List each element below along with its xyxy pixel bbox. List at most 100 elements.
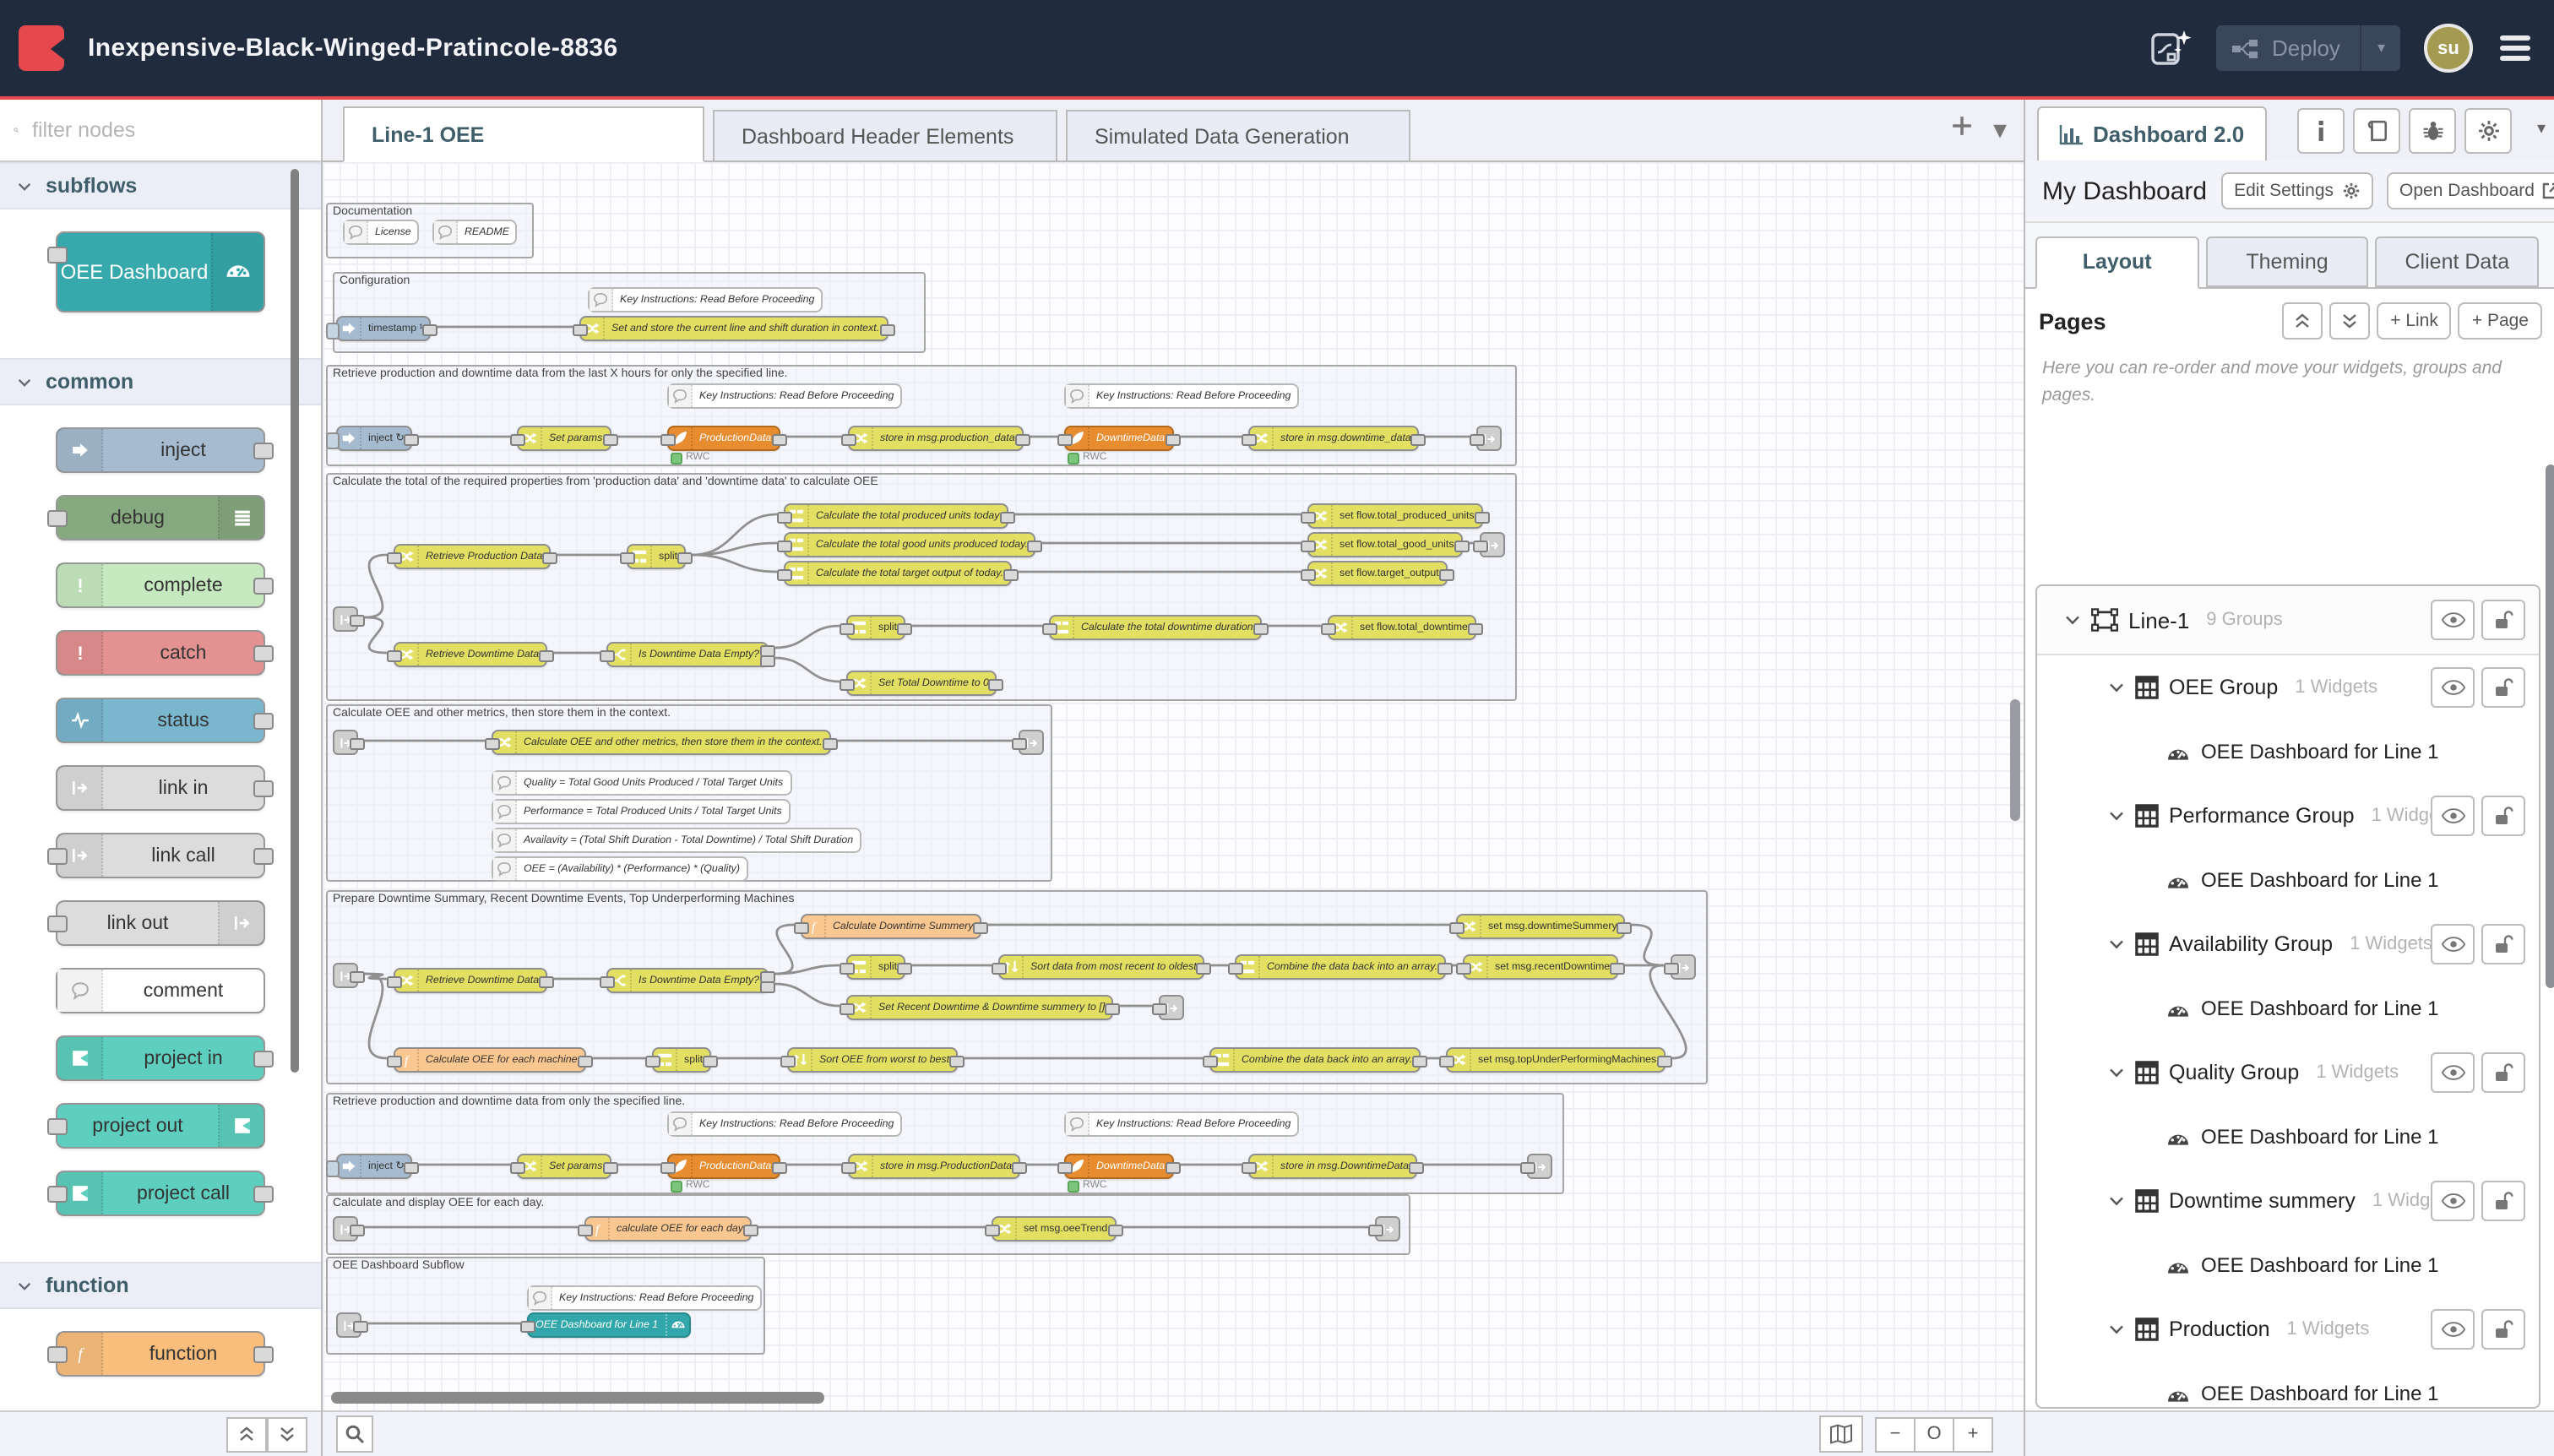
inject-button[interactable] [326, 322, 340, 339]
deploy-button[interactable]: Deploy ▾ [2216, 25, 2400, 71]
tree-widget-row[interactable]: OEE Dashboard for Line 1 [2037, 1233, 2539, 1297]
palette-node-catch[interactable]: !catch [56, 630, 265, 676]
flow-node-jo_a[interactable]: Calculate the total produced units today [784, 503, 1008, 529]
flow-node-li_9[interactable] [336, 1312, 361, 1338]
flow-node-ch_empty[interactable]: Set Recent Downtime & Downtime summery t… [846, 995, 1113, 1020]
flow-node-sp_4[interactable]: split [652, 1047, 711, 1073]
sidebar-caret[interactable]: ▾ [2537, 120, 2546, 139]
visibility-toggle-button[interactable] [2431, 667, 2475, 708]
visibility-toggle-button[interactable] [2431, 1181, 2475, 1221]
tree-widget-row[interactable]: OEE Dashboard for Line 1 [2037, 848, 2539, 912]
flow-node-ch_storedown3[interactable]: store in msg.downtime_data [1248, 426, 1420, 451]
flow-node-ch_params7[interactable]: Set params [517, 1154, 611, 1179]
visibility-toggle-button[interactable] [2431, 1052, 2475, 1093]
flow-node-ch_params3[interactable]: Set params [517, 426, 611, 451]
sidebar-scrollbar[interactable] [2546, 465, 2554, 988]
add-link-button[interactable]: + Link [2377, 302, 2452, 340]
flow-node-ch_setstore[interactable]: Set and store the current line and shift… [579, 316, 888, 341]
flow-node-ch_retrdown6[interactable]: Retrieve Downtime Data [394, 968, 547, 993]
flow-group[interactable]: Retrieve production and downtime data fr… [326, 1093, 1564, 1194]
help-book-button[interactable] [2353, 108, 2400, 154]
deploy-options-caret[interactable]: ▾ [2361, 25, 2400, 71]
flow-node-so_2[interactable]: Sort OEE from worst to best [787, 1047, 958, 1073]
unlock-toggle-button[interactable] [2481, 1052, 2525, 1093]
unlock-toggle-button[interactable] [2481, 1309, 2525, 1350]
flow-group[interactable]: Retrieve production and downtime data fr… [326, 365, 1517, 466]
flow-node-lo_6b[interactable] [1159, 995, 1184, 1020]
flow-node-ch_storedown7[interactable]: store in msg.DowntimeData [1248, 1154, 1417, 1179]
zoom-reset-button[interactable]: O [1914, 1416, 1954, 1452]
flow-node-fn_summ[interactable]: fCalculate Downtime Summery [801, 914, 981, 939]
flow-node-c_o[interactable]: OEE = (Availability) * (Performance) * (… [492, 856, 748, 882]
flow-node-c_key7b[interactable]: Key Instructions: Read Before Proceeding [1064, 1111, 1299, 1137]
flow-node-sql_prod3[interactable]: ProductionData [667, 426, 780, 451]
flow-canvas[interactable]: DocumentationConfigurationRetrieve produ… [323, 162, 2024, 1410]
palette-node-inject[interactable]: inject [56, 427, 265, 473]
dashboard-tab-Client-Data[interactable]: Client Data [2376, 236, 2539, 287]
navigator-map-button[interactable] [1819, 1415, 1863, 1453]
zoom-out-button[interactable]: − [1875, 1416, 1916, 1452]
canvas-search-button[interactable] [336, 1415, 373, 1453]
flow-tab-Simulated-Data-Generation[interactable]: Simulated Data Generation [1066, 110, 1410, 160]
chevron-down-icon[interactable] [2108, 1193, 2125, 1209]
flow-node-li_4[interactable] [333, 606, 358, 632]
tree-group-row[interactable]: Availability Group1 Widgets [2037, 912, 2539, 976]
flow-node-c_key7a[interactable]: Key Instructions: Read Before Proceeding [667, 1111, 902, 1137]
flow-node-ch_zero[interactable]: Set Total Downtime to 0 [846, 671, 997, 696]
flow-node-so_1[interactable]: Sort data from most recent to oldest [998, 954, 1205, 980]
palette-collapse-all-button[interactable] [226, 1416, 267, 1452]
flow-group[interactable]: Calculate and display OEE for each day. [326, 1194, 1410, 1255]
dashboard-tab-Theming[interactable]: Theming [2205, 236, 2368, 287]
unlock-toggle-button[interactable] [2481, 924, 2525, 964]
unlock-toggle-button[interactable] [2481, 1181, 2525, 1221]
flow-node-lo_6[interactable] [1671, 954, 1696, 980]
chevron-down-icon[interactable] [2108, 936, 2125, 953]
tree-group-row[interactable]: Performance Group1 Widgets [2037, 784, 2539, 848]
flow-list-caret[interactable]: ▾ [1993, 113, 2007, 147]
chevron-down-icon[interactable] [2108, 807, 2125, 824]
tab-dashboard-2[interactable]: Dashboard 2.0 [2037, 106, 2266, 162]
flow-node-c_key9[interactable]: Key Instructions: Read Before Proceeding [527, 1285, 762, 1311]
flow-node-ch_storeprod7[interactable]: store in msg.ProductionData [848, 1154, 1020, 1179]
flow-node-inj_3[interactable]: inject ↻ [336, 426, 413, 451]
flow-node-ch_retrdown4[interactable]: Retrieve Downtime Data [394, 642, 547, 667]
flow-node-fn_day[interactable]: fcalculate OEE for each day [584, 1216, 752, 1241]
unlock-toggle-button[interactable] [2481, 667, 2525, 708]
palette-category-common[interactable]: common [0, 358, 321, 405]
canvas-vertical-scrollbar[interactable] [2010, 699, 2020, 821]
chevron-down-icon[interactable] [2108, 1064, 2125, 1081]
flow-node-ch_retrprod[interactable]: Retrieve Production Data [394, 544, 551, 569]
flow-node-jo_1[interactable]: Combine the data back into an array. [1235, 954, 1446, 980]
tree-widget-row[interactable]: OEE Dashboard for Line 1 [2037, 720, 2539, 784]
tree-group-row[interactable]: Quality Group1 Widgets [2037, 1040, 2539, 1105]
flow-node-jo_2[interactable]: Combine the data back into an array. [1209, 1047, 1421, 1073]
flow-node-li_6[interactable] [333, 963, 358, 988]
debug-bug-button[interactable] [2409, 108, 2456, 154]
flow-node-inj_7[interactable]: inject ↻ [336, 1154, 413, 1179]
visibility-toggle-button[interactable] [2431, 600, 2475, 640]
palette-node-link-in[interactable]: link in [56, 765, 265, 811]
palette-node-link-call[interactable]: link call [56, 833, 265, 878]
user-avatar[interactable]: su [2424, 24, 2473, 73]
flow-node-ch_setd[interactable]: set flow.total_downtime [1328, 615, 1476, 640]
tree-group-row[interactable]: Production1 Widgets [2037, 1297, 2539, 1361]
palette-node-function[interactable]: ffunction [56, 1331, 265, 1377]
flow-node-inj_ts[interactable]: timestamp ¹ [336, 316, 432, 341]
flow-node-lo_8[interactable] [1375, 1216, 1400, 1241]
tree-page-row[interactable]: Line-19 Groups [2037, 586, 2539, 655]
flow-node-ch_recent[interactable]: set msg.recentDowntime [1463, 954, 1618, 980]
flow-node-jo_c[interactable]: Calculate the total target output of tod… [784, 561, 1012, 586]
palette-node-OEE-Dashboard[interactable]: OEE Dashboard [56, 231, 265, 312]
flow-node-fn_mach[interactable]: fCalculate OEE for each machine [394, 1047, 586, 1073]
flow-node-ch_calcoee[interactable]: Calculate OEE and other metrics, then st… [492, 730, 831, 755]
flow-node-c_readme[interactable]: README [432, 220, 518, 245]
add-flow-button[interactable] [1951, 115, 1973, 145]
palette-node-project-call[interactable]: project call [56, 1171, 265, 1216]
flow-node-li_8[interactable] [333, 1216, 358, 1241]
tree-widget-row[interactable]: OEE Dashboard for Line 1 [2037, 976, 2539, 1040]
palette-expand-all-button[interactable] [267, 1416, 307, 1452]
flow-node-ch_setsumm[interactable]: set msg.downtimeSummery [1456, 914, 1626, 939]
flow-node-lo_5[interactable] [1019, 730, 1044, 755]
palette-node-status[interactable]: status [56, 698, 265, 743]
flow-tab-Dashboard-Header-Elements[interactable]: Dashboard Header Elements [713, 110, 1057, 160]
